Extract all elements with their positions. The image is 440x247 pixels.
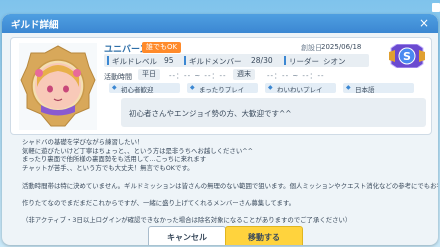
guild-rank-letter: S xyxy=(403,50,411,63)
leader-label: リーダー xyxy=(289,57,319,66)
guild-info-card: ユニバース 誰でもOK 創設日 2025/06/18 S ギルドレベル 95 ギ… xyxy=(10,37,432,135)
join-status-badge: 誰でもOK xyxy=(142,42,182,53)
weekend-label: 週末 xyxy=(233,69,255,80)
close-icon[interactable]: × xyxy=(416,16,432,31)
level-label: ギルドレベル xyxy=(112,57,157,66)
description-line: シャドバの基礎を学びながら練習したい！ xyxy=(22,138,144,146)
stat-separator xyxy=(284,56,286,65)
weekend-time: --：-- ~ --：-- xyxy=(267,72,325,80)
activity-label: 活動時間 xyxy=(104,73,132,81)
move-button[interactable]: 移動する xyxy=(225,226,303,245)
weekday-label: 平日 xyxy=(138,69,160,80)
guild-rank-badge: S xyxy=(389,44,425,68)
dialog-titlebar: ギルド詳細 × xyxy=(2,14,438,33)
corner-icon xyxy=(432,3,440,12)
leader-value: シオン xyxy=(323,57,346,66)
stat-separator xyxy=(184,56,186,65)
level-value: 95 xyxy=(164,56,174,65)
dialog-title: ギルド詳細 xyxy=(11,20,59,31)
tag-icon: ◆ xyxy=(346,84,351,91)
founded-date: 2025/06/18 xyxy=(321,43,362,51)
tag-label: まったりプレイ xyxy=(199,86,245,94)
tag-beginner-welcome: ◆ 初心者歓迎 xyxy=(109,83,180,94)
tag-japanese: ◆ 日本語 xyxy=(343,83,414,94)
weekday-time: --：-- ~ --：-- xyxy=(169,72,227,80)
tag-icon: ◆ xyxy=(190,84,195,91)
guild-stats-row: ギルドレベル 95 ギルドメンバー 28/30 リーダー シオン xyxy=(104,54,369,67)
description-line: チャットが苦手、、という方でも大丈夫！無言でもOKです。 xyxy=(22,164,194,173)
tag-relaxed-play: ◆ まったりプレイ xyxy=(187,83,258,94)
tag-label: わいわいプレイ xyxy=(277,86,323,94)
guild-motto: 初心者さんやエンジョイ勢の方、大歓迎です^^ xyxy=(129,109,292,118)
description-line xyxy=(22,208,428,217)
guild-motto-box: 初心者さんやエンジョイ勢の方、大歓迎です^^ xyxy=(121,98,426,127)
description-line: 活動時間帯は特に決めていません。ギルドミッションは皆さんの無理のない範囲で狙いま… xyxy=(22,181,438,190)
tag-icon: ◆ xyxy=(112,84,117,91)
tag-icon: ◆ xyxy=(268,84,273,91)
guild-description: シャドバの基礎を学びながら練習したい！ 気軽に遊びたいけど丁寧はちょっと、、とい… xyxy=(22,138,438,225)
description-line xyxy=(22,173,428,182)
cancel-button[interactable]: キャンセル xyxy=(148,226,226,245)
description-line: 作りたてなのでまだまだこれからですが、一緒に盛り上げてくれるメンバーさん募集して… xyxy=(22,198,296,207)
tag-label: 初心者歓迎 xyxy=(121,86,154,94)
guild-emblem-image xyxy=(19,43,97,130)
description-line xyxy=(22,190,428,199)
stat-separator xyxy=(107,56,109,65)
members-value: 28/30 xyxy=(251,56,273,65)
guild-detail-dialog: ギルド詳細 × ユニバース 誰でもOK 創設日 2025/06/18 S ギルド… xyxy=(2,14,438,245)
description-line: まったり裏面で他所様の裏面勢をも活用して...こっちに来れます xyxy=(22,155,207,164)
tag-label: 日本語 xyxy=(355,86,375,94)
description-line: （非アクティブ・3日以上ログインが確認できなかった場合は除名対象になることがあり… xyxy=(22,216,352,225)
founded-label: 創設日 xyxy=(301,44,322,52)
members-label: ギルドメンバー xyxy=(189,57,242,66)
tag-lively-play: ◆ わいわいプレイ xyxy=(265,83,336,94)
